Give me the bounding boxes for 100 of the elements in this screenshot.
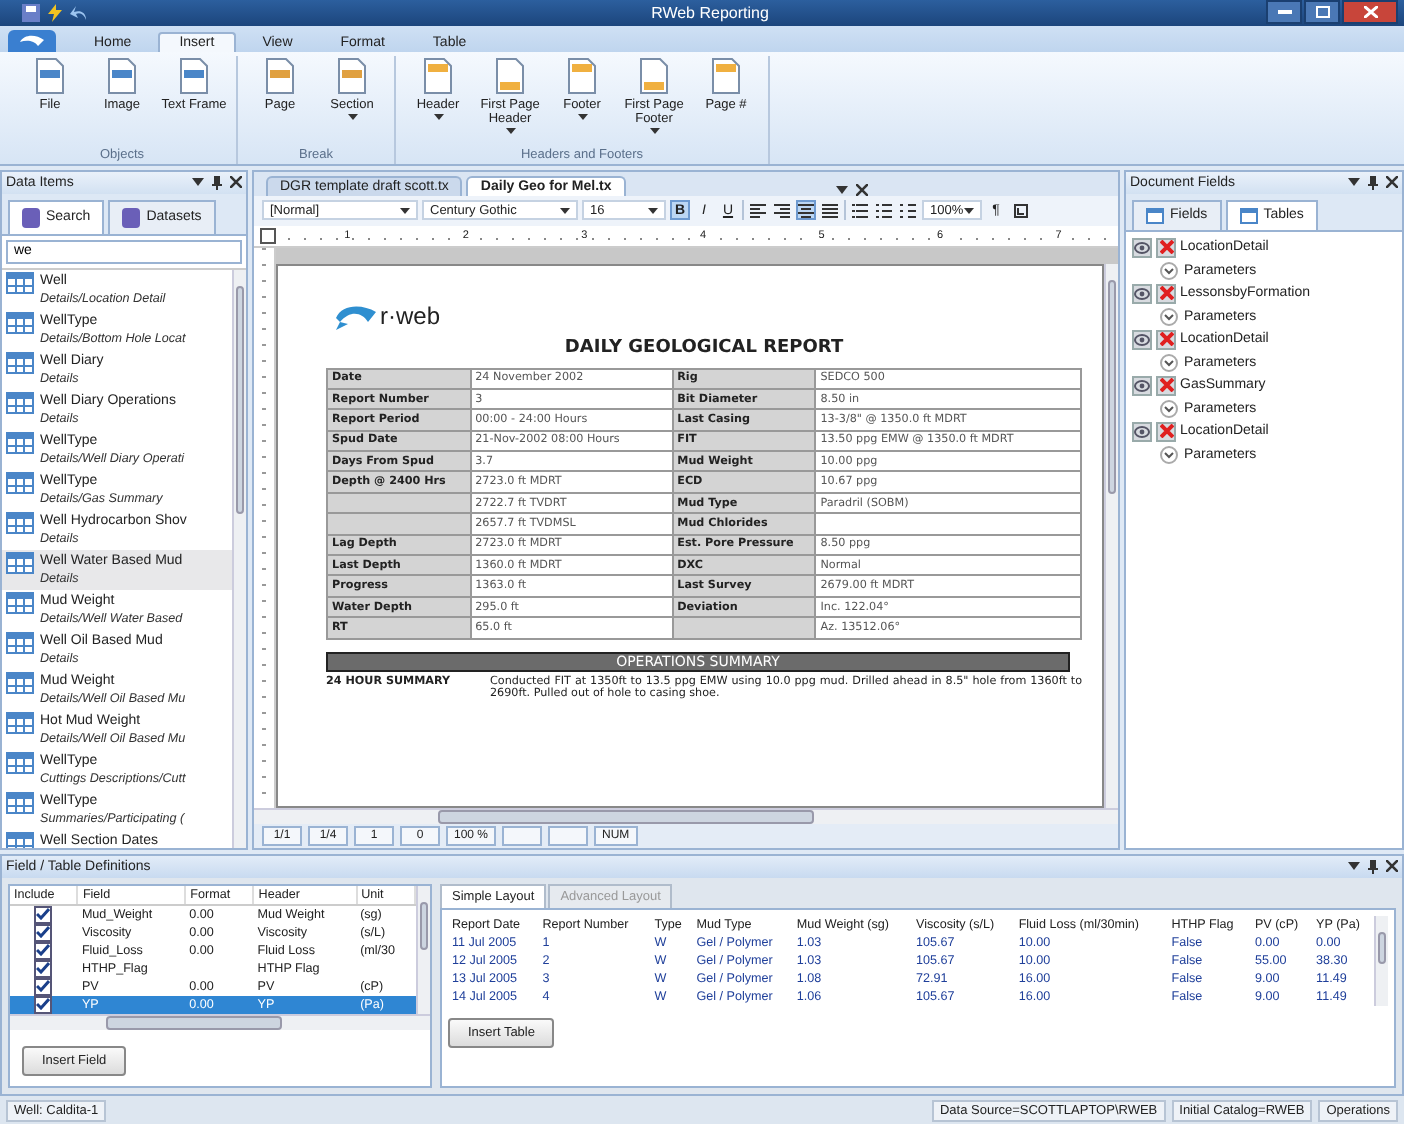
- table-icon: [1239, 207, 1258, 224]
- table-icon: [6, 431, 34, 454]
- list-icon: [852, 203, 868, 218]
- document-icon: [338, 57, 366, 94]
- table-icon: [6, 751, 34, 774]
- lightning-icon[interactable]: [48, 3, 62, 22]
- maximize-button[interactable]: [1304, 0, 1340, 25]
- align-icon: [750, 203, 766, 218]
- caret-icon: [577, 113, 587, 120]
- document-icon: [266, 57, 294, 94]
- save-icon[interactable]: [22, 3, 40, 22]
- dropdown-caret-icon[interactable]: [1348, 178, 1360, 187]
- logo-icon: [18, 33, 46, 48]
- caret-icon: [433, 113, 443, 120]
- scrollbar[interactable]: [1374, 915, 1388, 1006]
- align-icon: [798, 203, 814, 218]
- document-icon: [712, 57, 740, 94]
- table-icon: [6, 471, 34, 494]
- table-icon: [6, 671, 34, 694]
- table-icon: [6, 551, 34, 574]
- table-icon: [6, 311, 34, 334]
- tab-stop-button[interactable]: [1010, 200, 1030, 221]
- delete-icon: [1159, 286, 1173, 301]
- delete-button[interactable]: [1156, 237, 1176, 258]
- eye-icon: [1134, 425, 1150, 438]
- delete-button[interactable]: [1156, 329, 1176, 350]
- table-icon: [6, 631, 34, 654]
- pin-icon[interactable]: [1368, 859, 1378, 874]
- table-icon: [6, 271, 34, 294]
- document-icon: [36, 57, 64, 94]
- document-icon: [108, 57, 136, 94]
- undo-icon[interactable]: [70, 5, 88, 20]
- delete-icon: [1159, 332, 1173, 347]
- expand-icon[interactable]: [1160, 445, 1178, 464]
- pin-icon[interactable]: [1368, 175, 1378, 190]
- delete-button[interactable]: [1156, 375, 1176, 396]
- table-icon: [6, 511, 34, 534]
- align-icon: [774, 203, 790, 218]
- database-icon: [22, 207, 40, 228]
- list-button[interactable]: [850, 200, 870, 221]
- table-cell[interactable]: [10, 995, 78, 1014]
- pin-icon[interactable]: [212, 175, 222, 190]
- caret-icon: [649, 127, 659, 134]
- close-button[interactable]: [1342, 0, 1398, 25]
- close-icon[interactable]: [230, 176, 242, 189]
- expand-icon[interactable]: [1160, 307, 1178, 326]
- align-button[interactable]: [748, 200, 768, 221]
- close-icon: [1363, 6, 1377, 19]
- expand-icon[interactable]: [1160, 261, 1178, 280]
- eye-icon: [1134, 333, 1150, 346]
- caret-icon: [400, 208, 410, 215]
- caret-icon: [347, 113, 357, 120]
- caret-icon: [964, 208, 974, 215]
- expand-icon[interactable]: [1160, 353, 1178, 372]
- tab-stop-icon: [1013, 203, 1027, 218]
- list-icon: [876, 203, 892, 218]
- table-icon: [6, 591, 34, 614]
- report-title: DAILY GEOLOGICAL REPORT: [562, 337, 846, 358]
- scrollbar[interactable]: [1104, 263, 1118, 808]
- view-button[interactable]: [1132, 375, 1152, 396]
- view-button[interactable]: [1132, 421, 1152, 442]
- caret-icon: [648, 208, 658, 215]
- caret-icon: [560, 208, 570, 215]
- window-title: RWeb Reporting: [649, 3, 771, 22]
- document-icon: [496, 57, 524, 94]
- view-button[interactable]: [1132, 237, 1152, 258]
- document-icon: [424, 57, 452, 94]
- delete-button[interactable]: [1156, 421, 1176, 442]
- table-icon: [6, 711, 34, 734]
- view-button[interactable]: [1132, 329, 1152, 350]
- delete-icon: [1159, 240, 1173, 255]
- align-button[interactable]: [796, 200, 816, 221]
- align-button[interactable]: [820, 200, 840, 221]
- minimize-button[interactable]: [1266, 0, 1302, 25]
- logo-text: r·web: [380, 301, 441, 330]
- eye-icon: [1134, 287, 1150, 300]
- close-icon[interactable]: [1386, 860, 1398, 873]
- expand-icon[interactable]: [1160, 399, 1178, 418]
- delete-button[interactable]: [1156, 283, 1176, 304]
- scrollbar[interactable]: [416, 885, 430, 1014]
- arrow-logo-icon: [334, 303, 378, 330]
- table-icon: [1146, 207, 1164, 224]
- dropdown-caret-icon[interactable]: [192, 178, 204, 187]
- scrollbar[interactable]: [232, 269, 246, 848]
- align-icon: [822, 203, 838, 218]
- eye-icon: [1134, 379, 1150, 392]
- database-icon: [122, 207, 141, 228]
- eye-icon: [1134, 241, 1150, 254]
- document-icon: [568, 57, 596, 94]
- document-icon: [180, 57, 208, 94]
- align-button[interactable]: [772, 200, 792, 221]
- table-icon: [6, 391, 34, 414]
- delete-icon: [1159, 378, 1173, 393]
- application-menu-button[interactable]: [8, 29, 56, 52]
- caret-icon: [505, 127, 515, 134]
- delete-icon: [1159, 424, 1173, 439]
- view-button[interactable]: [1132, 283, 1152, 304]
- close-icon[interactable]: [1386, 176, 1398, 189]
- dropdown-caret-icon[interactable]: [1348, 862, 1360, 871]
- close-icon[interactable]: [856, 183, 868, 196]
